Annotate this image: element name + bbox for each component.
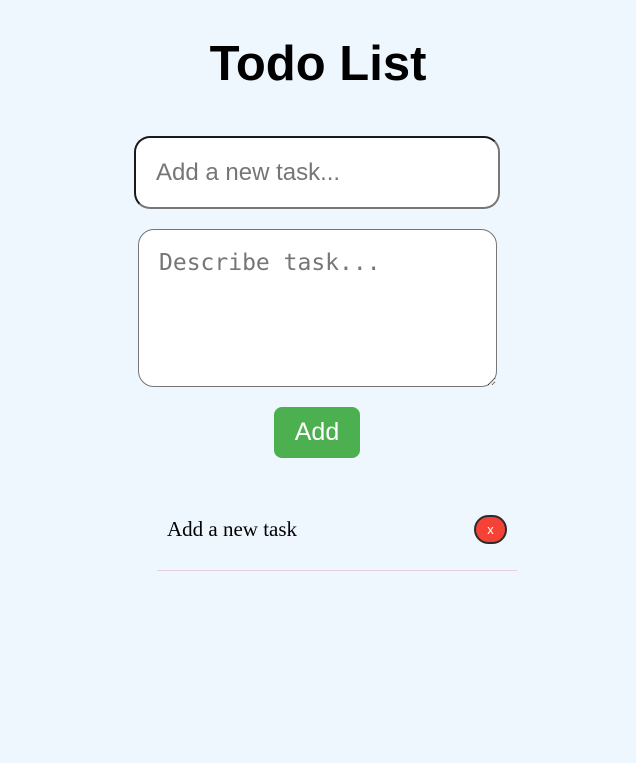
task-title-input[interactable] <box>134 136 500 209</box>
task-description-input[interactable] <box>138 229 497 387</box>
todo-item: Add a new task x <box>157 488 517 571</box>
delete-todo-button[interactable]: x <box>474 515 507 544</box>
page-title: Todo List <box>209 37 427 91</box>
todo-item-text: Add a new task <box>167 517 298 541</box>
add-task-button[interactable]: Add <box>274 407 360 458</box>
todo-list: Add a new task x <box>157 488 517 571</box>
